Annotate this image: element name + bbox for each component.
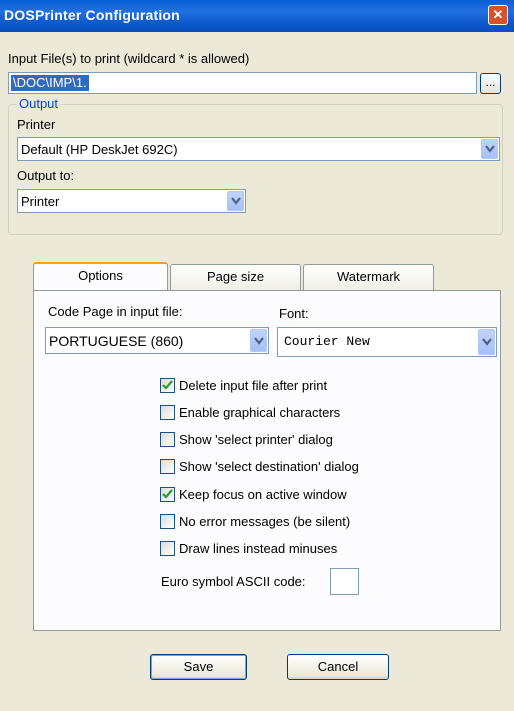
code-page-value: PORTUGUESE (860)	[49, 333, 184, 349]
checkbox-graphical-chars[interactable]	[160, 405, 175, 420]
code-page-select[interactable]: PORTUGUESE (860)	[45, 327, 269, 354]
ellipsis-icon: ...	[485, 75, 496, 89]
cancel-button[interactable]: Cancel	[287, 654, 389, 680]
chevron-down-icon	[482, 338, 492, 346]
font-label: Font:	[279, 306, 309, 321]
printer-value: Default (HP DeskJet 692C)	[21, 142, 178, 157]
chevron-down-icon	[231, 197, 241, 205]
checkbox-no-errors-label[interactable]: No error messages (be silent)	[179, 514, 350, 529]
checkbox-delete-input-label[interactable]: Delete input file after print	[179, 378, 327, 393]
output-to-select[interactable]: Printer	[17, 189, 246, 213]
tab-watermark-label: Watermark	[336, 269, 401, 284]
font-dropdown-button[interactable]	[478, 329, 495, 355]
checkmark-icon	[162, 380, 173, 390]
euro-code-input[interactable]	[330, 568, 359, 595]
browse-button[interactable]: ...	[480, 73, 501, 94]
printer-select[interactable]: Default (HP DeskJet 692C)	[17, 137, 500, 161]
tab-watermark[interactable]: Watermark	[303, 264, 434, 290]
chevron-down-icon	[485, 145, 495, 153]
config-window: DOSPrinter Configuration ✕ Input File(s)…	[0, 0, 514, 711]
tab-page-size-label: Page size	[206, 269, 265, 284]
checkbox-no-errors[interactable]	[160, 514, 175, 529]
checkbox-graphical-chars-label[interactable]: Enable graphical characters	[179, 405, 340, 420]
code-page-dropdown-button[interactable]	[250, 329, 267, 352]
checkbox-keep-focus-label[interactable]: Keep focus on active window	[179, 487, 347, 502]
output-to-value: Printer	[21, 194, 60, 209]
close-button[interactable]: ✕	[488, 5, 508, 25]
checkbox-select-destination[interactable]	[160, 459, 175, 474]
options-panel: Code Page in input file: PORTUGUESE (860…	[33, 290, 501, 631]
checkbox-draw-lines[interactable]	[160, 541, 175, 556]
checkbox-select-printer[interactable]	[160, 432, 175, 447]
chevron-down-icon	[254, 336, 264, 345]
title-bar[interactable]: DOSPrinter Configuration ✕	[0, 0, 514, 32]
save-button-label: Save	[183, 659, 214, 674]
tab-page-size[interactable]: Page size	[170, 264, 301, 290]
cancel-button-label: Cancel	[317, 659, 359, 674]
checkbox-select-printer-label[interactable]: Show 'select printer' dialog	[179, 432, 333, 447]
printer-dropdown-button[interactable]	[481, 139, 498, 159]
tab-options[interactable]: Options	[33, 262, 168, 290]
code-page-label: Code Page in input file:	[48, 304, 183, 319]
output-group	[8, 104, 503, 235]
checkbox-select-destination-label[interactable]: Show 'select destination' dialog	[179, 459, 359, 474]
input-files-field[interactable]: \DOC\IMP\1.	[8, 72, 477, 94]
save-button[interactable]: Save	[150, 654, 247, 680]
tab-options-label: Options	[78, 268, 123, 283]
font-value: Courier New	[284, 334, 370, 349]
font-select[interactable]: Courier New	[277, 327, 497, 357]
output-to-label: Output to:	[17, 168, 75, 183]
checkmark-icon	[162, 489, 173, 499]
checkbox-delete-input[interactable]	[160, 378, 175, 393]
window-title: DOSPrinter Configuration	[4, 7, 180, 23]
output-group-label: Output	[17, 96, 61, 111]
output-to-dropdown-button[interactable]	[227, 191, 244, 211]
input-files-label: Input File(s) to print (wildcard * is al…	[8, 51, 250, 66]
euro-code-label: Euro symbol ASCII code:	[161, 574, 306, 589]
close-icon: ✕	[492, 7, 504, 22]
checkbox-keep-focus[interactable]	[160, 487, 175, 502]
input-files-value: \DOC\IMP\1.	[11, 75, 89, 91]
checkbox-draw-lines-label[interactable]: Draw lines instead minuses	[179, 541, 337, 556]
printer-label: Printer	[17, 117, 56, 132]
